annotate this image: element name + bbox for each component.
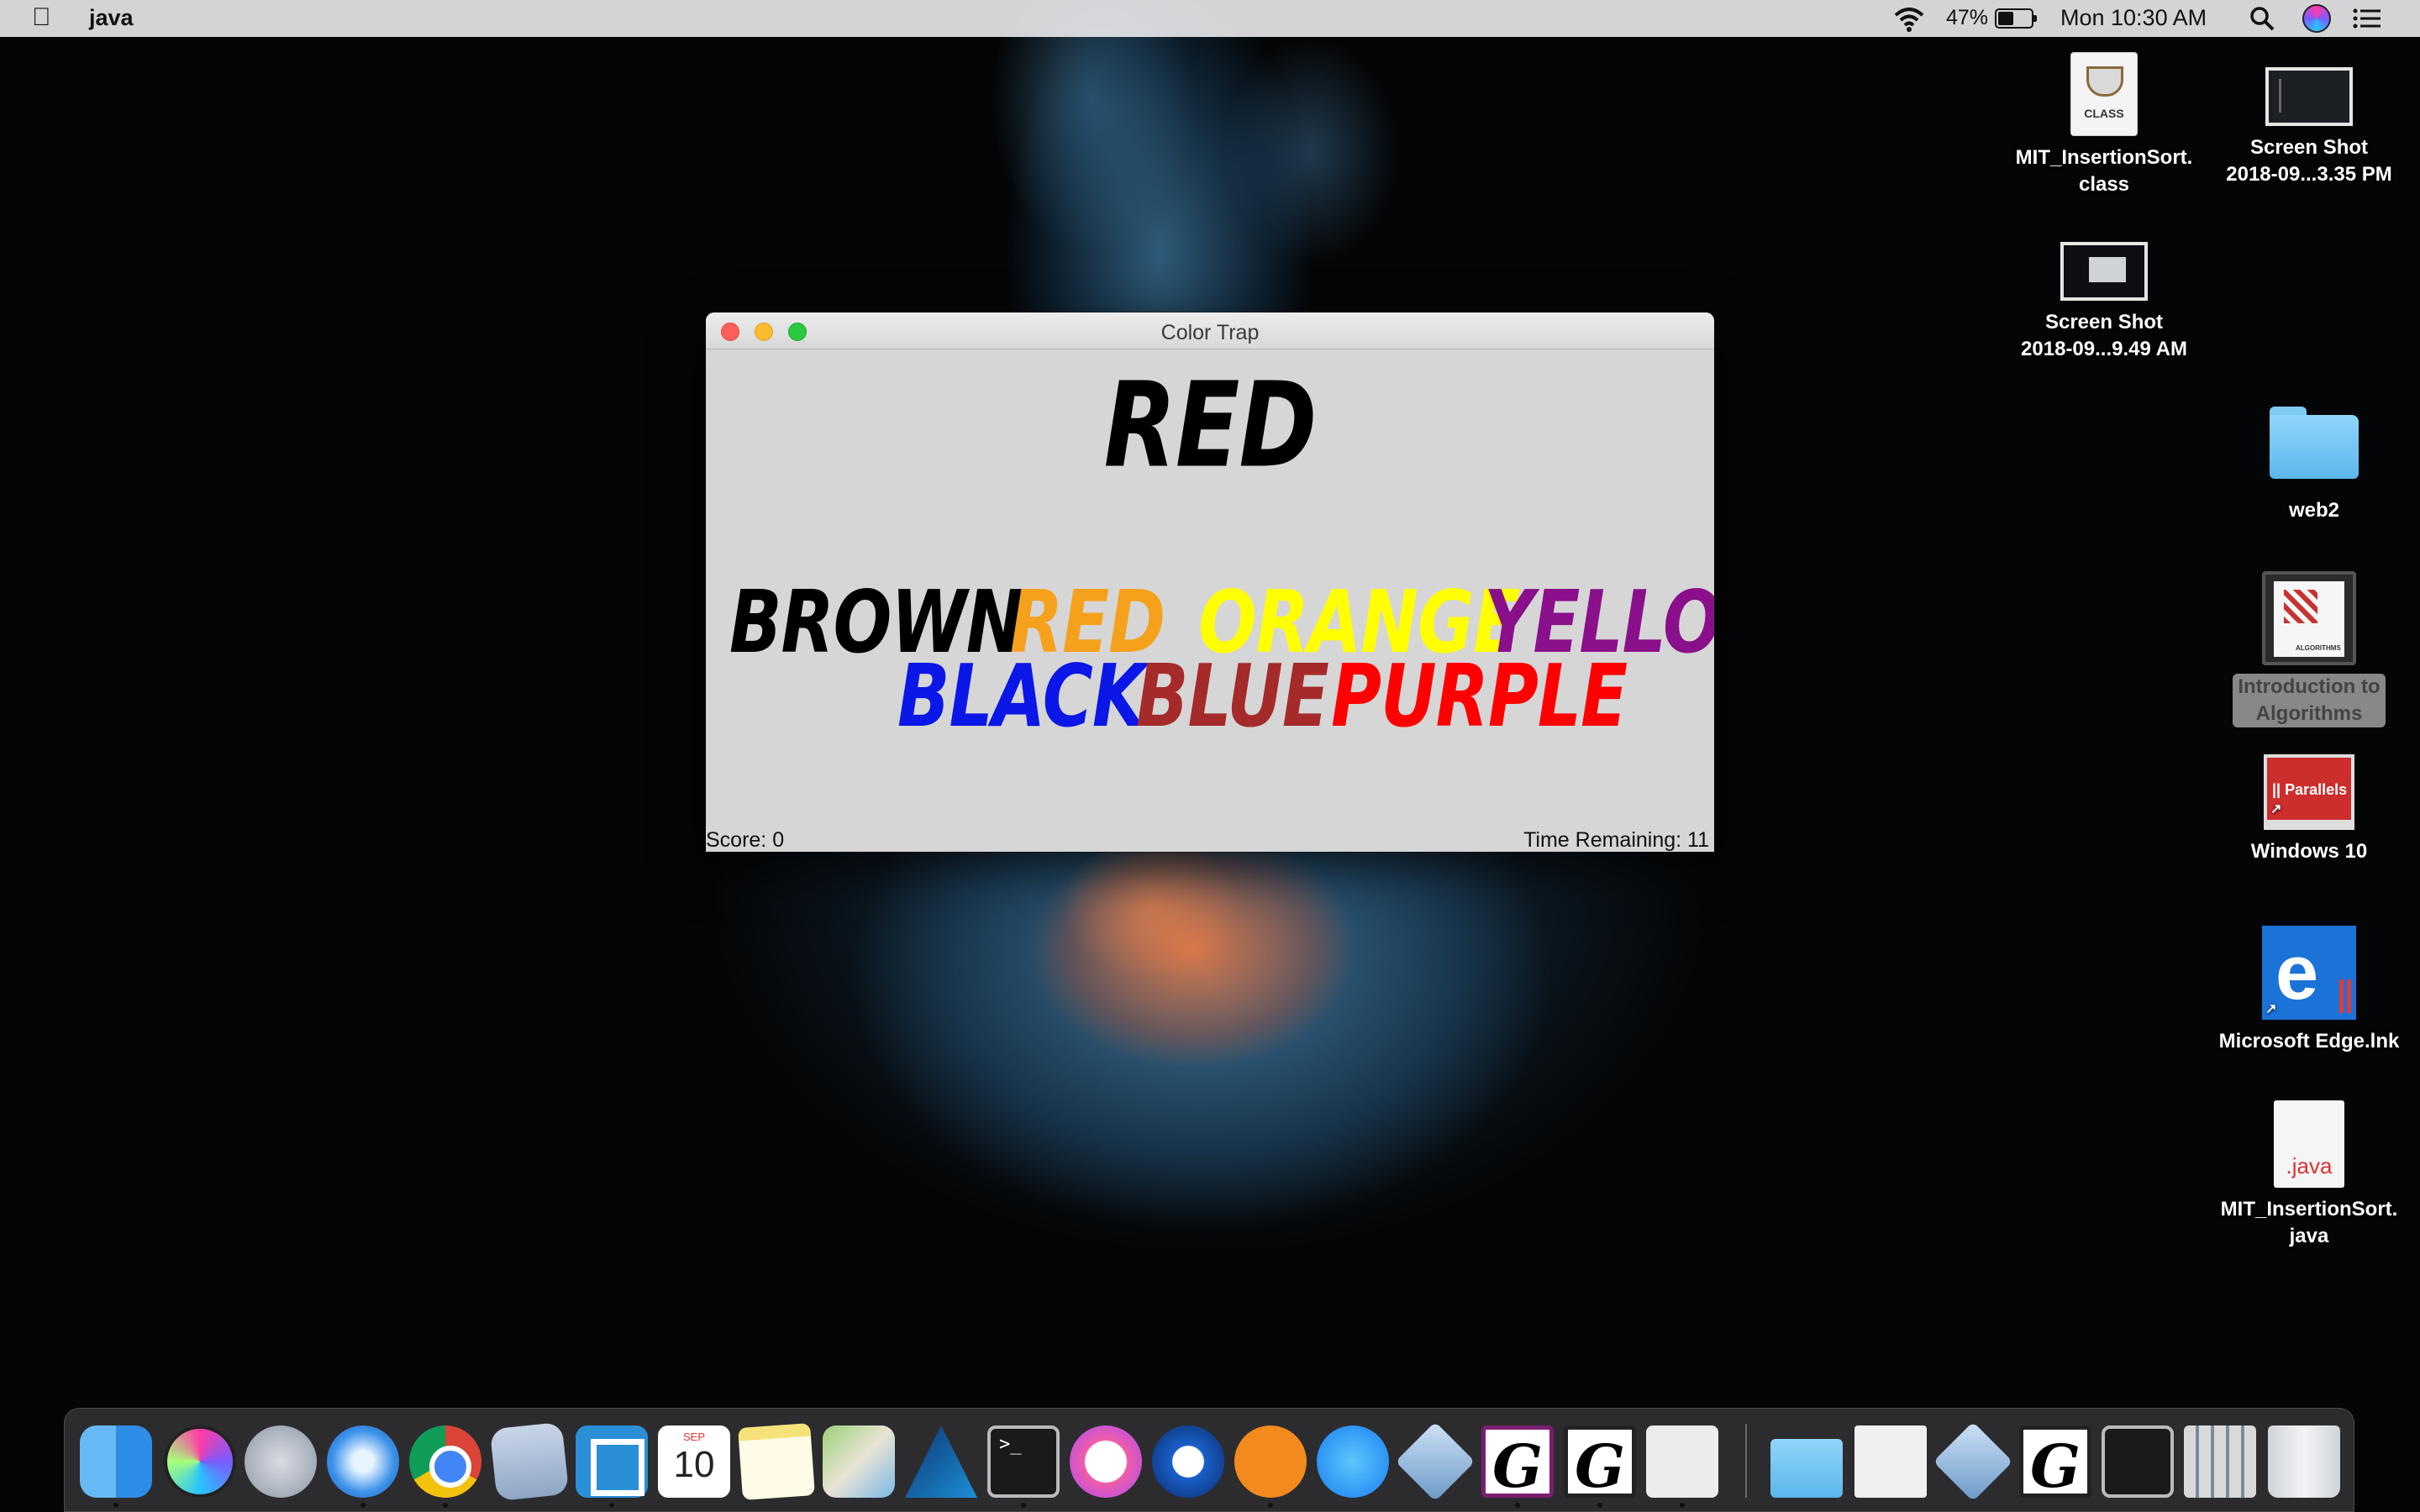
menu-clock[interactable]: Mon 10:30 AM xyxy=(2060,5,2207,31)
color-trap-window: Color Trap RED BROWN RED ORANGE YELLOW B… xyxy=(706,312,1714,852)
app-menu-name[interactable]: java xyxy=(89,5,134,31)
battery-percentage[interactable]: 47% xyxy=(1946,6,1988,30)
desktop-icon-edge-lnk[interactable]: e ↗ Microsoft Edge.lnk xyxy=(2200,926,2418,1055)
running-indicator xyxy=(1597,1503,1602,1508)
chrome-icon[interactable] xyxy=(409,1425,481,1498)
wifi-icon[interactable] xyxy=(1892,3,1926,34)
g-app-icon[interactable]: G xyxy=(2019,1425,2091,1501)
running-indicator xyxy=(1268,1503,1273,1508)
notification-center-icon[interactable] xyxy=(2353,8,2381,29)
java-app-icon[interactable] xyxy=(1646,1425,1718,1498)
screenshot-thumbnail-icon xyxy=(2265,67,2353,126)
desktop-icon-label: java xyxy=(2289,1225,2329,1247)
calendar-icon[interactable]: SEP 10 xyxy=(658,1425,730,1498)
desktop-icon-label: web2 xyxy=(2288,499,2340,522)
desktop-icon-java-file[interactable]: .java MIT_InsertionSort. java xyxy=(2200,1100,2418,1250)
alias-arrow-icon: ↗ xyxy=(2270,802,2282,816)
parallels-vm-icon: || Parallels ↗ xyxy=(2264,754,2354,830)
affinity-designer-icon[interactable] xyxy=(905,1425,977,1498)
desktop-icon-screenshot-2[interactable]: Screen Shot 2018-09...9.49 AM xyxy=(1995,242,2213,363)
stack-icon[interactable] xyxy=(2184,1425,2256,1498)
battery-icon[interactable] xyxy=(1995,8,2037,29)
java-class-file-icon: CLASS xyxy=(2070,52,2138,136)
apple-icon[interactable]:  xyxy=(32,3,51,32)
finder-icon[interactable] xyxy=(80,1425,152,1498)
desktop-icon-label: MIT_InsertionSort. xyxy=(2220,1198,2398,1221)
running-indicator xyxy=(443,1503,448,1508)
virtualbox-icon[interactable] xyxy=(1395,1421,1476,1502)
trash-icon[interactable] xyxy=(2268,1425,2340,1498)
desktop-icon-label: class xyxy=(2078,173,2130,196)
search-icon[interactable] xyxy=(2249,5,2275,32)
desktop-icon-label: Screen Shot xyxy=(2044,311,2164,333)
g-app-icon[interactable]: G xyxy=(1564,1425,1636,1501)
choice-black[interactable]: BLACK xyxy=(897,647,1145,747)
book-cover-icon: ALGORITHMS xyxy=(2262,571,2356,665)
desktop-icon-label: 2018-09...3.35 PM xyxy=(2226,163,2392,186)
desktop-icon-algorithms-book[interactable]: ALGORITHMS Introduction to Algorithms xyxy=(2200,571,2418,727)
desktop-icon-label: MIT_InsertionSort. xyxy=(2015,146,2193,169)
time-remaining-label: Time Remaining: 11 xyxy=(1523,828,1709,852)
quicktime-icon[interactable] xyxy=(1152,1425,1224,1498)
screenshot-icon[interactable] xyxy=(2102,1425,2174,1498)
score-label: Score: 0 xyxy=(706,828,785,852)
running-indicator xyxy=(113,1503,118,1508)
desktop-icon-folder-web2[interactable]: web2 xyxy=(2205,407,2420,524)
menu-bar:  java 47% Mon 10:30 AM xyxy=(0,0,2420,37)
terminal-icon[interactable]: >_ xyxy=(987,1425,1060,1498)
app-store-icon[interactable] xyxy=(1317,1425,1389,1498)
notes-icon[interactable] xyxy=(738,1423,815,1500)
microsoft-edge-icon: e ↗ xyxy=(2262,926,2356,1020)
target-word: RED xyxy=(1103,357,1318,495)
siri-icon[interactable] xyxy=(164,1425,236,1498)
choice-purple[interactable]: PURPLE xyxy=(1331,647,1628,747)
screenshot-thumbnail-icon xyxy=(2060,242,2148,301)
dock: SEP 10 >_ G G G xyxy=(64,1408,2354,1512)
desktop-icon-label: 2018-09...9.49 AM xyxy=(2021,338,2187,360)
choice-blue[interactable]: BLUE xyxy=(1136,647,1329,747)
alias-arrow-icon: ↗ xyxy=(2265,1002,2277,1016)
books-icon[interactable] xyxy=(1234,1425,1307,1498)
dock-separator xyxy=(1745,1424,1747,1498)
siri-icon[interactable] xyxy=(2302,4,2331,33)
document-icon[interactable] xyxy=(1854,1425,1927,1498)
mail-icon[interactable] xyxy=(489,1421,570,1502)
launchpad-icon[interactable] xyxy=(245,1425,317,1498)
maps-icon[interactable] xyxy=(823,1425,895,1498)
g-app-icon[interactable]: G xyxy=(1481,1425,1554,1501)
desktop-icon-label: Windows 10 xyxy=(2250,840,2368,863)
window-title: Color Trap xyxy=(1160,321,1260,344)
running-indicator xyxy=(609,1503,614,1508)
desktop-icon-label: Microsoft Edge.lnk xyxy=(2218,1030,2400,1053)
running-indicator xyxy=(1021,1503,1026,1508)
battery-level xyxy=(1998,12,2013,25)
brackets-icon[interactable] xyxy=(576,1425,648,1498)
folder-icon[interactable] xyxy=(1770,1439,1843,1498)
virtualbox-icon[interactable] xyxy=(1933,1421,2013,1502)
running-indicator xyxy=(1680,1503,1685,1508)
desktop-icon-label: Introduction to Algorithms xyxy=(2233,674,2386,727)
running-indicator xyxy=(1515,1503,1520,1508)
java-source-file-icon: .java xyxy=(2274,1100,2344,1188)
window-title-bar[interactable]: Color Trap xyxy=(706,312,1714,349)
itunes-icon[interactable] xyxy=(1070,1425,1142,1498)
running-indicator xyxy=(360,1503,366,1508)
desktop-icon-screenshot-1[interactable]: Screen Shot 2018-09...3.35 PM xyxy=(2200,67,2418,188)
desktop-icon-class-file[interactable]: CLASS MIT_InsertionSort. class xyxy=(1995,52,2213,198)
desktop-icon-label: Screen Shot xyxy=(2249,136,2369,159)
folder-icon xyxy=(2270,407,2359,479)
safari-icon[interactable] xyxy=(327,1425,399,1498)
desktop-icon-windows-10[interactable]: || Parallels ↗ Windows 10 xyxy=(2200,754,2418,865)
